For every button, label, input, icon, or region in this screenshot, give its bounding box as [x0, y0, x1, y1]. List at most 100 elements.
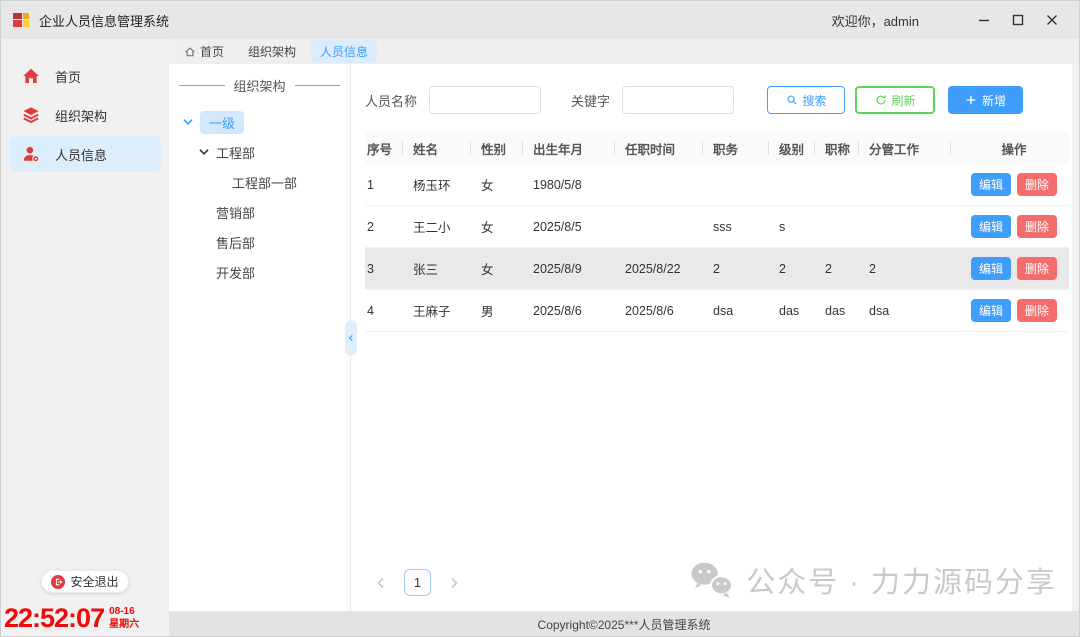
- chevron-down-icon[interactable]: [181, 115, 195, 129]
- table-cell: 杨玉环: [411, 175, 479, 194]
- app-logo-icon: [13, 13, 29, 27]
- table-cell: 2: [365, 220, 411, 234]
- chevron-down-icon[interactable]: [197, 145, 211, 159]
- row-actions: 编辑删除: [959, 257, 1069, 280]
- sidebar-item-label: 组织架构: [55, 106, 107, 125]
- tree-node-label[interactable]: 工程部一部: [232, 173, 297, 192]
- divider-line: [179, 85, 225, 86]
- sidebar-item-home[interactable]: 首页: [9, 58, 161, 94]
- header-cell: 职称: [823, 139, 867, 158]
- delete-button[interactable]: 删除: [1017, 173, 1057, 196]
- table-cell: 王二小: [411, 217, 479, 236]
- tab-home[interactable]: 首页: [175, 40, 233, 63]
- tab-org[interactable]: 组织架构: [239, 40, 305, 63]
- header-cell: 操作: [959, 139, 1069, 158]
- header-cell: 分管工作: [867, 139, 959, 158]
- edit-button[interactable]: 编辑: [971, 173, 1011, 196]
- tree-indent: [197, 265, 211, 279]
- divider-line: [295, 85, 341, 86]
- scrollbar[interactable]: [1072, 64, 1079, 611]
- keyword-label: 关键字: [571, 91, 610, 110]
- copyright-text: Copyright©2025***人员管理系统: [538, 616, 711, 633]
- header-cell: 出生年月: [531, 139, 623, 158]
- tree-node[interactable]: 工程部: [169, 137, 350, 167]
- clock-date: 08-16 星期六: [109, 606, 139, 631]
- tree-node[interactable]: 一级: [169, 107, 350, 137]
- tree-indent: [213, 175, 227, 189]
- welcome-text: 欢迎你，admin: [832, 11, 919, 30]
- table-cell: 王麻子: [411, 301, 479, 320]
- table-cell: sss: [711, 220, 777, 234]
- table-cell: 2025/8/9: [531, 262, 623, 276]
- logout-button[interactable]: 安全退出: [41, 570, 129, 593]
- delete-button[interactable]: 删除: [1017, 299, 1057, 322]
- tree-node[interactable]: 营销部: [169, 197, 350, 227]
- layers-icon: [22, 106, 40, 124]
- search-icon: [786, 94, 798, 106]
- sidebar-item-org[interactable]: 组织架构: [9, 97, 161, 133]
- close-button[interactable]: [1035, 5, 1069, 35]
- name-label: 人员名称: [365, 91, 417, 110]
- table-header-row: 序号姓名性别出生年月任职时间职务级别职称分管工作操作: [365, 132, 1069, 164]
- tree-node-label[interactable]: 开发部: [216, 263, 255, 282]
- delete-button[interactable]: 删除: [1017, 257, 1057, 280]
- row-actions: 编辑删除: [959, 299, 1069, 322]
- tree-node[interactable]: 工程部一部: [169, 167, 350, 197]
- table-cell: 3: [365, 262, 411, 276]
- table-cell: 女: [479, 175, 531, 194]
- table-cell: das: [823, 304, 867, 318]
- search-form: 人员名称 关键字 搜索 刷新: [365, 86, 1069, 114]
- table-cell: 2: [823, 262, 867, 276]
- tree-node-label[interactable]: 工程部: [216, 143, 255, 162]
- tab-person[interactable]: 人员信息: [311, 40, 377, 63]
- table-cell: 女: [479, 259, 531, 278]
- edit-button[interactable]: 编辑: [971, 257, 1011, 280]
- add-button-label: 新增: [982, 92, 1006, 109]
- header-cell: 级别: [777, 139, 823, 158]
- tree-node[interactable]: 售后部: [169, 227, 350, 257]
- table-row: 2王二小女2025/8/5ssss编辑删除: [365, 206, 1069, 248]
- sidebar: 首页组织架构人员信息 安全退出 22:52:07 08-16 星期六: [1, 39, 169, 637]
- table-cell: 2: [777, 262, 823, 276]
- app-window: 企业人员信息管理系统 欢迎你，admin 首页组织架构人员信息 安全退出 22:…: [0, 0, 1080, 637]
- tree-node-label[interactable]: 售后部: [216, 233, 255, 252]
- org-tree-panel: 组织架构 一级工程部工程部一部营销部售后部开发部: [169, 64, 351, 611]
- tree-indent: [197, 205, 211, 219]
- search-button[interactable]: 搜索: [767, 86, 845, 114]
- tree-node-label[interactable]: 营销部: [216, 203, 255, 222]
- clock: 22:52:07 08-16 星期六: [1, 603, 169, 634]
- header-cell: 任职时间: [623, 139, 711, 158]
- home-icon: [22, 67, 40, 85]
- home-outline-icon: [184, 46, 196, 58]
- name-input[interactable]: [429, 86, 541, 114]
- sidebar-item-label: 首页: [55, 67, 81, 86]
- tree-node-label[interactable]: 一级: [200, 111, 244, 134]
- table-cell: das: [777, 304, 823, 318]
- header-cell: 序号: [365, 139, 411, 158]
- add-button[interactable]: 新增: [948, 86, 1023, 114]
- logout-icon: [51, 575, 65, 589]
- sidebar-item-person[interactable]: 人员信息: [9, 136, 161, 172]
- person-icon: [22, 145, 40, 163]
- tree-header: 组织架构: [169, 76, 350, 95]
- maximize-button[interactable]: [1001, 5, 1035, 35]
- table-cell: 2025/8/6: [531, 304, 623, 318]
- table-cell: 2025/8/6: [623, 304, 711, 318]
- table-cell: 4: [365, 304, 411, 318]
- collapse-panel-handle[interactable]: [345, 320, 357, 356]
- keyword-input[interactable]: [622, 86, 734, 114]
- next-page-icon[interactable]: [446, 575, 462, 591]
- page-number[interactable]: 1: [404, 569, 431, 596]
- minimize-button[interactable]: [967, 5, 1001, 35]
- edit-button[interactable]: 编辑: [971, 215, 1011, 238]
- delete-button[interactable]: 删除: [1017, 215, 1057, 238]
- table-row: 4王麻子男2025/8/62025/8/6dsadasdasdsa编辑删除: [365, 290, 1069, 332]
- table-cell: 2: [867, 262, 959, 276]
- table-cell: 女: [479, 217, 531, 236]
- search-button-label: 搜索: [803, 92, 827, 109]
- prev-page-icon[interactable]: [373, 575, 389, 591]
- header-cell: 职务: [711, 139, 777, 158]
- tree-node[interactable]: 开发部: [169, 257, 350, 287]
- refresh-button[interactable]: 刷新: [855, 86, 935, 114]
- edit-button[interactable]: 编辑: [971, 299, 1011, 322]
